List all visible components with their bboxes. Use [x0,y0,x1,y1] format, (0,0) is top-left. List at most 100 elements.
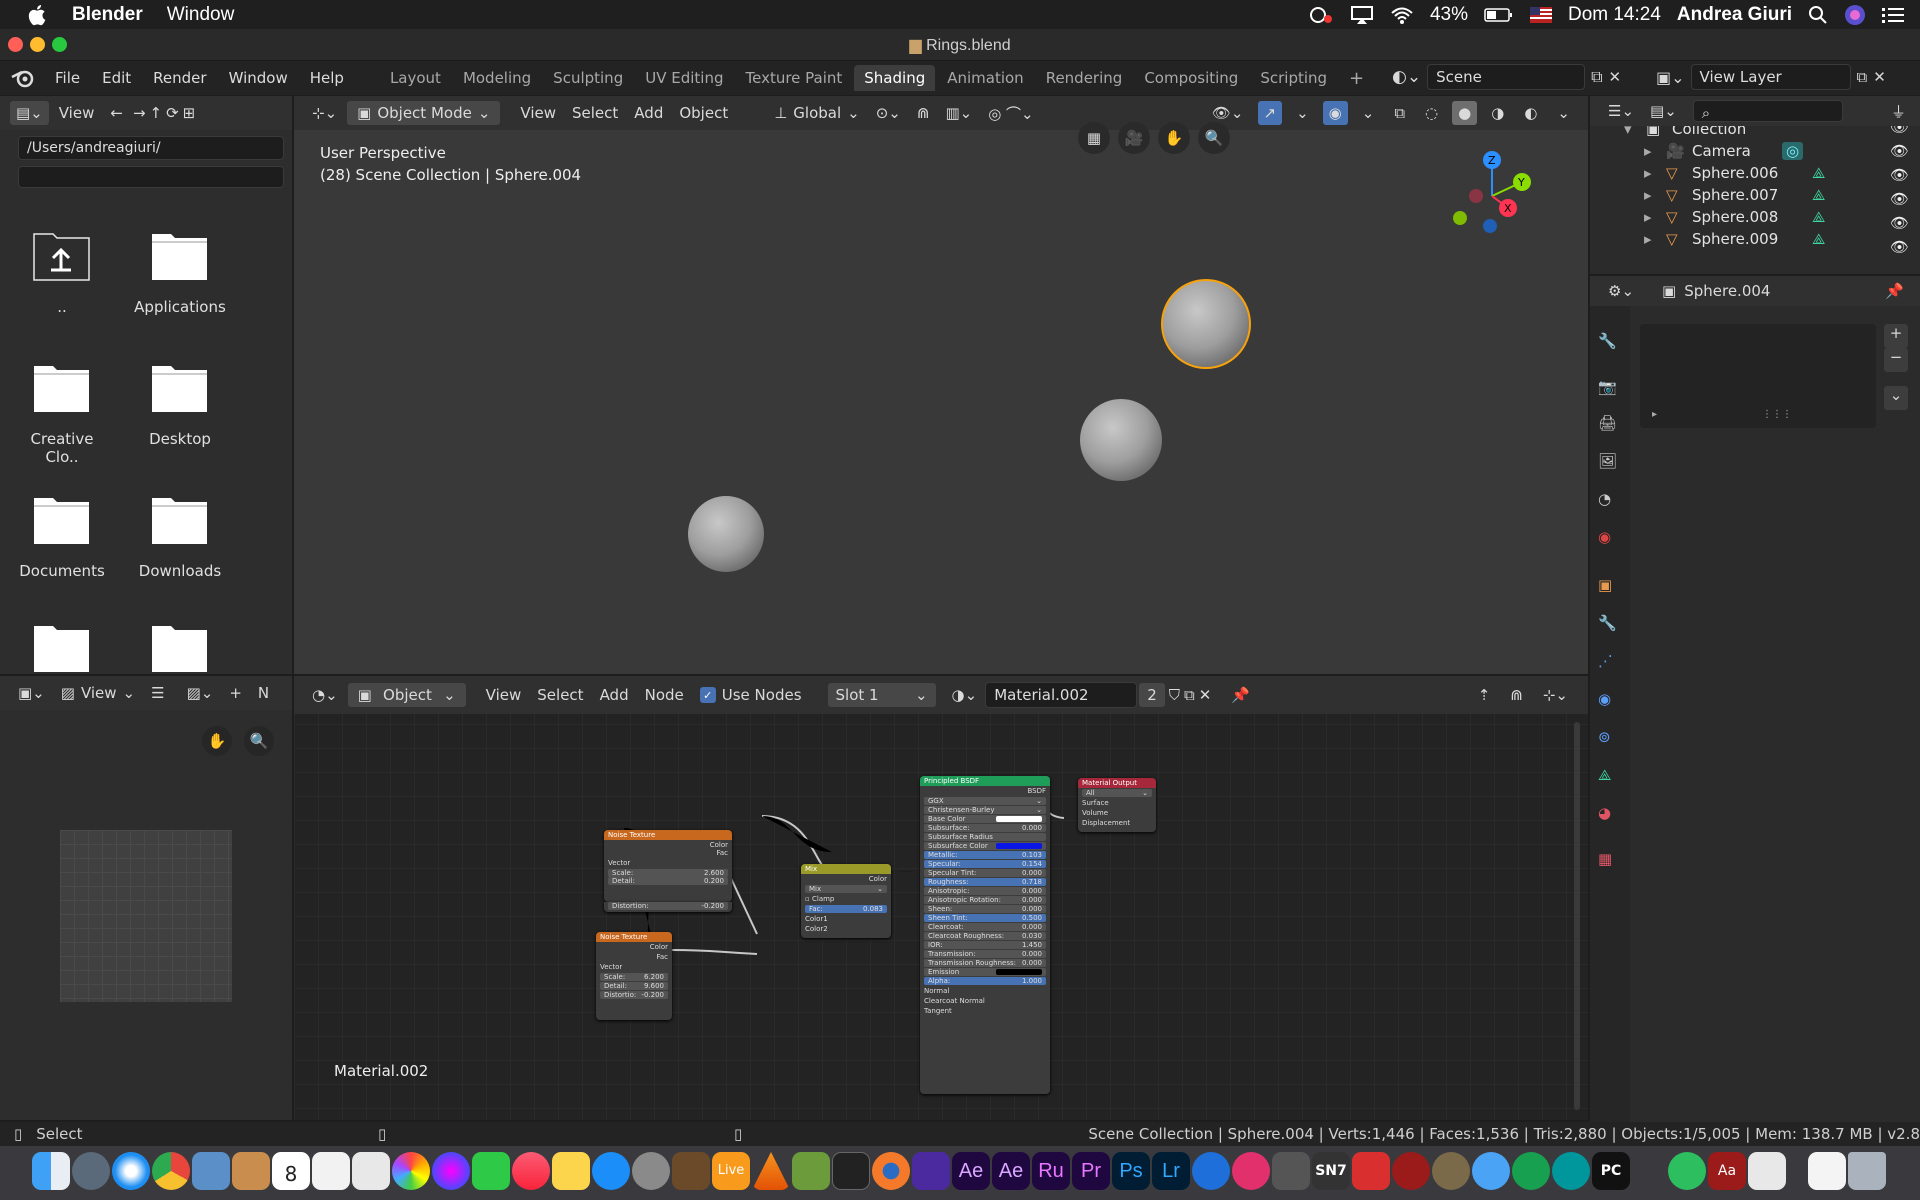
bsdf-input-row[interactable]: IOR: 1.450 [924,941,1046,949]
modifier-icon[interactable]: 🔧 [1598,614,1620,636]
filter-icon[interactable]: ⏚ [1883,98,1914,125]
back-arrow-icon[interactable]: ← [102,101,131,125]
zoom-icon[interactable]: 🔍 [244,726,274,756]
editor-type-icon[interactable]: ⚙⌄ [1600,279,1642,303]
scene-icon[interactable]: ◔ [1598,490,1620,512]
eye-icon[interactable]: 👁 [1890,166,1910,184]
delete-scene-icon[interactable]: ✕ [1609,68,1622,86]
delete-view-layer-icon[interactable]: ✕ [1873,68,1886,86]
telescope-icon[interactable] [1272,1152,1310,1190]
xray-icon[interactable]: ⧉ [1386,101,1413,125]
particles-icon[interactable]: ⋰ [1598,652,1620,674]
launchpad-icon[interactable] [72,1152,110,1190]
eye-icon[interactable]: 👁 [1890,142,1910,160]
bsdf-input-row[interactable]: Sheen: 0.000 [924,905,1046,913]
output-icon[interactable]: 🖨 [1598,414,1620,436]
calendar-icon[interactable]: 8 [272,1152,310,1190]
transform-orientation-dropdown[interactable]: ⊥ Global ⌄ [766,101,868,125]
blender-dock-icon[interactable] [872,1152,910,1190]
file-view-menu[interactable]: View [51,101,103,125]
new-scene-icon[interactable]: ⧉ [1591,67,1602,87]
preview-icon[interactable] [192,1152,230,1190]
folder-parent[interactable]: .. [12,226,112,316]
filter-field[interactable] [18,166,284,188]
eye-icon[interactable]: 👁 [1890,238,1910,256]
menu-edit[interactable]: Edit [91,69,142,87]
viewport-menu-select[interactable]: Select [564,101,626,125]
bsdf-input-row[interactable]: Subsurface Color [924,842,1046,850]
bsdf-input-row[interactable]: Emission [924,968,1046,976]
gizmo-dropdown-icon[interactable]: ⌄ [1288,101,1317,125]
snap-target-icon[interactable]: ▥⌄ [937,101,980,125]
principled-bsdf-node[interactable]: Principled BSDF BSDF GGX ⌄ Christensen-Bu… [920,776,1050,1094]
add-slot-button[interactable]: + [1884,324,1908,348]
unity-icon[interactable] [832,1152,870,1190]
selected-sphere[interactable] [1161,279,1251,369]
menu-help[interactable]: Help [299,69,355,87]
node-editor-scrollbar[interactable] [1574,722,1580,1110]
noise-texture-node[interactable]: Noise Texture Color Fac Vector Scale: 2.6… [604,830,732,902]
proportional-editing-icon[interactable]: ◎ ⌒⌄ [980,100,1041,127]
viewport-scene[interactable] [294,130,1588,674]
editor-type-icon[interactable]: ▣⌄ [10,681,53,705]
guitar-app-icon[interactable] [672,1152,710,1190]
folder-desktop[interactable]: Desktop [130,358,230,448]
saturn-icon[interactable] [1432,1152,1470,1190]
shading-dropdown-icon[interactable]: ⌄ [1549,101,1578,125]
bsdf-input-row[interactable]: Transmission Roughness: 0.000 [924,959,1046,967]
safari-icon[interactable] [112,1152,150,1190]
world-icon[interactable]: ◉ [1598,528,1620,550]
material-icon[interactable]: ◕ [1598,804,1620,826]
after-effects-icon[interactable]: Ae [992,1152,1030,1190]
reminders-icon[interactable] [312,1152,350,1190]
trash-icon[interactable] [1848,1152,1886,1190]
forward-arrow-icon[interactable]: → [131,101,148,125]
folder-applications[interactable]: Applications [130,226,230,316]
pin-icon[interactable]: 📌 [1877,279,1912,303]
sn7-icon[interactable]: SN7 [1312,1152,1350,1190]
scene-selector[interactable]: Scene [1427,64,1586,90]
finder-icon[interactable] [32,1152,70,1190]
image-canvas[interactable] [60,830,232,1002]
path-field[interactable]: /Users/andreagiuri/ [18,136,284,160]
outliner-item-collection[interactable]: ▾ ▣ Collection [1624,126,1894,140]
user-name[interactable]: Andrea Giuri [1677,4,1792,26]
material-slot-list[interactable]: ▸ ⋮⋮⋮ [1640,324,1876,428]
eye-icon[interactable]: 👁 [1890,126,1910,136]
tab-modeling[interactable]: Modeling [453,65,541,91]
editor-type-icon[interactable]: ☰⌄ [1600,99,1642,123]
chrome-icon[interactable] [152,1152,190,1190]
new-view-layer-icon[interactable]: ⧉ [1857,68,1868,86]
new-folder-icon[interactable]: ⊞ [181,101,198,125]
arduino-icon[interactable] [1552,1152,1590,1190]
constraints-icon[interactable]: ⊚ [1598,728,1620,750]
object-mode-dropdown[interactable]: ▣ Object Mode ⌄ [347,101,501,125]
bsdf-input-row[interactable]: Normal [920,986,1050,996]
outliner-search-field[interactable]: ⌕ [1692,100,1843,122]
menu-window[interactable]: Window [218,69,299,87]
shader-node-editor[interactable]: ◔⌄ ▣ Object ⌄ View Select Add Node ✓ Use … [294,676,1588,1120]
photoshop-icon[interactable]: Ps [1112,1152,1150,1190]
music-icon[interactable] [512,1152,550,1190]
image-n-label[interactable]: N [250,681,277,705]
menu-render[interactable]: Render [142,69,217,87]
folder-item[interactable] [130,618,230,674]
viewport-menu-object[interactable]: Object [671,101,736,125]
tab-compositing[interactable]: Compositing [1134,65,1248,91]
bsdf-input-row[interactable]: Anisotropic Rotation: 0.000 [924,896,1046,904]
chat-icon[interactable] [1472,1152,1510,1190]
tab-sculpting[interactable]: Sculpting [543,65,633,91]
physics-icon[interactable]: ◉ [1598,690,1620,712]
image-browse-icon[interactable]: ▨⌄ [179,681,222,705]
bsdf-input-row[interactable]: Clearcoat Normal [920,996,1050,1006]
expand-arrow-icon[interactable]: ▸ [1652,409,1657,420]
material-output-node[interactable]: Material Output All ⌄ Surface Volume Disp… [1078,778,1156,832]
rendered-shading-icon[interactable]: ◐ [1516,101,1545,125]
mesh-data-icon[interactable]: ⟁ [1812,208,1825,226]
messenger-icon[interactable] [1192,1152,1230,1190]
wineskin-icon[interactable] [1392,1152,1430,1190]
sphere-object[interactable] [1080,399,1162,481]
siri-icon[interactable] [1844,4,1866,26]
bsdf-input-row[interactable]: Specular Tint: 0.000 [924,869,1046,877]
apple-icon[interactable] [26,3,50,27]
